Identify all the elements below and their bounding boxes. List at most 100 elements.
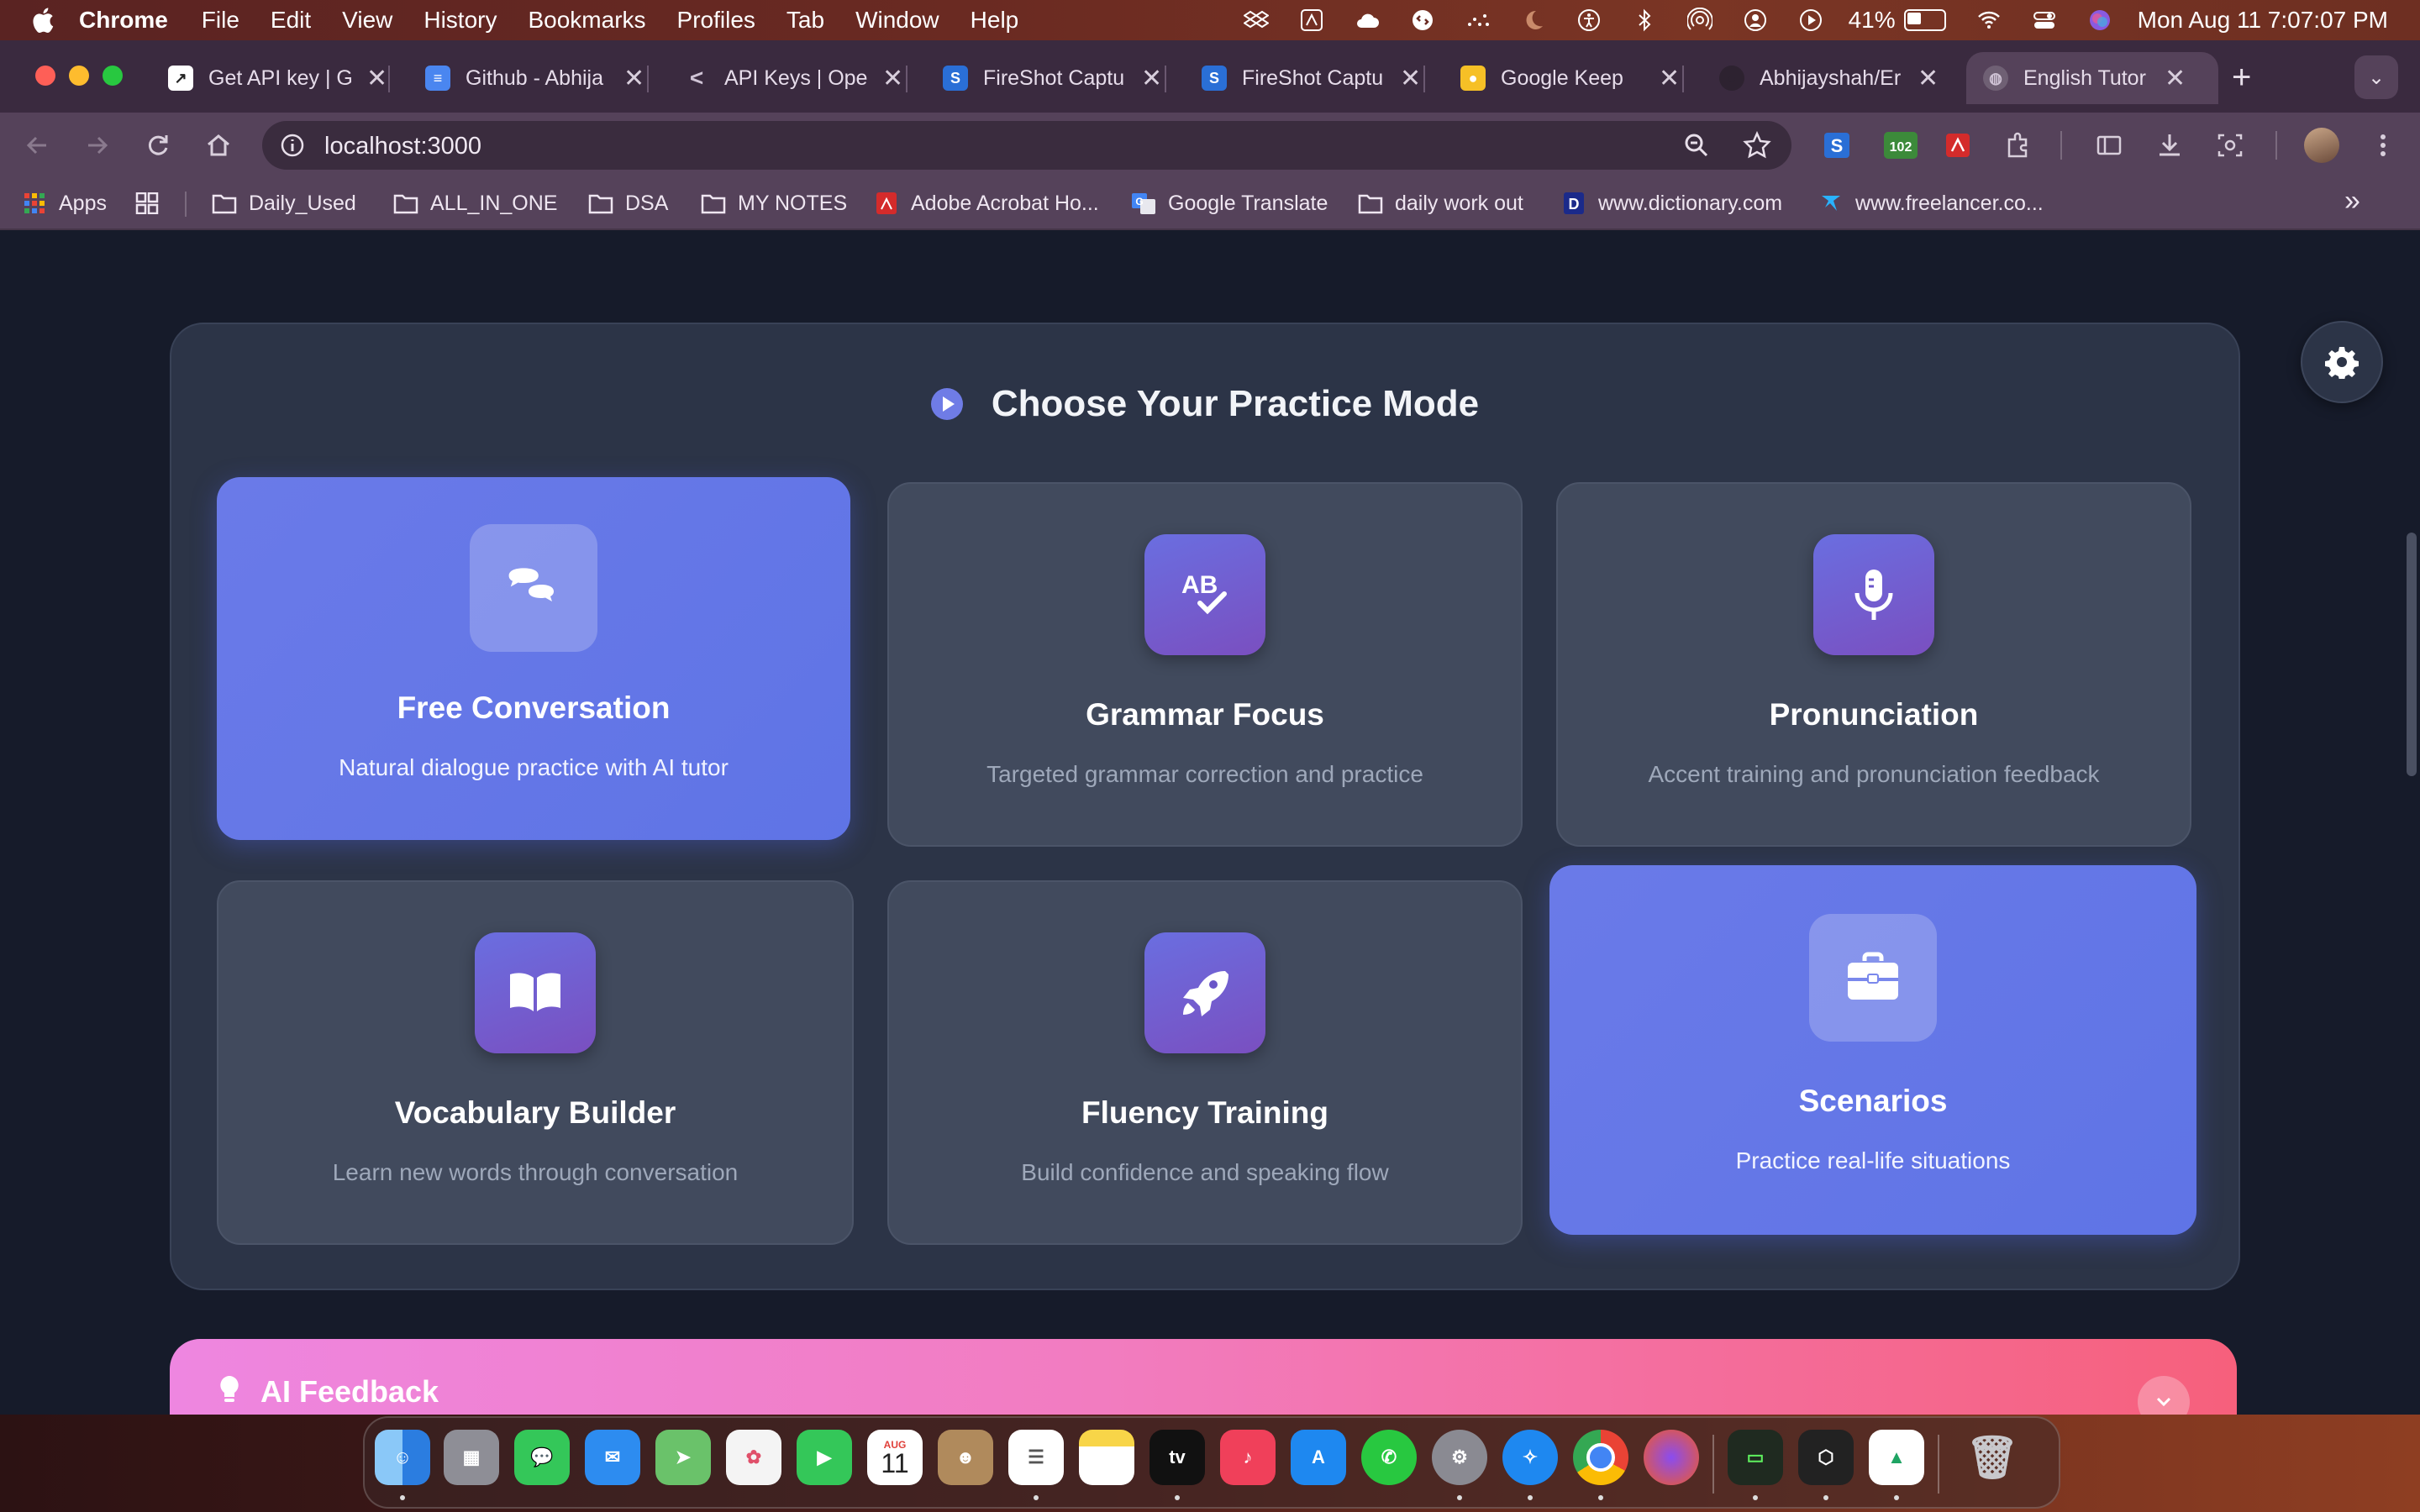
mode-card-fluency-training[interactable]: Fluency Training Build confidence and sp… [887, 880, 1523, 1245]
close-tab-icon[interactable]: ✕ [1141, 64, 1162, 93]
settings-gear-button[interactable] [2301, 321, 2383, 403]
tab-google-keep[interactable]: ● Google Keep ✕ [1460, 52, 1680, 104]
close-tab-icon[interactable]: ✕ [882, 64, 903, 93]
mode-card-free-conversation[interactable]: Free Conversation Natural dialogue pract… [217, 477, 850, 840]
tab-search-chevron-icon[interactable]: ⌄ [2354, 55, 2398, 99]
close-window-button[interactable] [35, 66, 55, 86]
bookmark-adobe-acrobat[interactable]: Adobe Acrobat Ho... [874, 188, 1099, 218]
screenshot-lens-icon[interactable] [2215, 130, 2245, 160]
bookmark-google-translate[interactable]: G Google Translate [1131, 188, 1328, 218]
url-text[interactable]: localhost:3000 [324, 133, 481, 160]
bookmark-freelancer[interactable]: www.freelancer.co... [1818, 188, 2044, 218]
password-extension-icon[interactable]: 102 [1882, 130, 1919, 160]
bookmark-all-in-one[interactable]: ALL_IN_ONE [393, 188, 557, 218]
close-tab-icon[interactable]: ✕ [2165, 64, 2186, 93]
mode-card-scenarios[interactable]: Scenarios Practice real-life situations [1549, 865, 2196, 1235]
close-tab-icon[interactable]: ✕ [1400, 64, 1421, 93]
google-drive-dock-icon[interactable]: ▲ [1869, 1430, 1924, 1485]
tab-api-keys-openai[interactable]: < API Keys | Ope ✕ [684, 52, 903, 104]
mode-card-grammar-focus[interactable]: AB Grammar Focus Targeted grammar correc… [887, 482, 1523, 847]
menu-file[interactable]: File [202, 7, 239, 34]
mail-dock-icon[interactable]: ✉ [585, 1430, 640, 1485]
moon-icon[interactable] [1521, 8, 1546, 33]
bookmark-daily-work-out[interactable]: daily work out [1358, 188, 1523, 218]
facetime-dock-icon[interactable]: ▶ [797, 1430, 852, 1485]
music-dock-icon[interactable]: ♪ [1220, 1430, 1276, 1485]
menu-profiles[interactable]: Profiles [677, 7, 755, 34]
tab-english-tutor[interactable]: ◍ English Tutor A ✕ [1966, 52, 2218, 104]
maps-dock-icon[interactable]: ➤ [655, 1430, 711, 1485]
menu-edit[interactable]: Edit [271, 7, 311, 34]
acrobat-extension-icon[interactable] [1943, 130, 1973, 160]
app-store-dock-icon[interactable]: A [1291, 1430, 1346, 1485]
notes-dock-icon[interactable] [1079, 1430, 1134, 1485]
forward-arrow-icon[interactable] [82, 130, 113, 160]
tab-fireshot-2[interactable]: S FireShot Captu ✕ [1202, 52, 1421, 104]
bookmark-tab-groups[interactable] [134, 188, 171, 218]
cube-app-dock-icon[interactable]: ⬡ [1798, 1430, 1854, 1485]
reload-icon[interactable] [143, 130, 173, 160]
menu-tab[interactable]: Tab [786, 7, 824, 34]
site-info-icon[interactable] [279, 132, 306, 159]
ai-feedback-panel[interactable]: AI Feedback [170, 1339, 2237, 1415]
menu-view[interactable]: View [342, 7, 392, 34]
menu-window[interactable]: Window [855, 7, 939, 34]
airdrop-icon[interactable] [1686, 8, 1712, 33]
whatsapp-dock-icon[interactable]: ✆ [1361, 1430, 1417, 1485]
bookmark-dsa[interactable]: DSA [588, 188, 668, 218]
close-tab-icon[interactable]: ✕ [1659, 64, 1680, 93]
accessibility-icon[interactable] [1576, 8, 1602, 33]
download-icon[interactable] [2154, 130, 2185, 160]
menu-help[interactable]: Help [971, 7, 1019, 34]
minimize-window-button[interactable] [69, 66, 89, 86]
menu-app-name[interactable]: Chrome [79, 7, 168, 34]
home-icon[interactable] [203, 130, 234, 160]
system-settings-dock-icon[interactable]: ⚙ [1432, 1430, 1487, 1485]
menu-clock[interactable]: Mon Aug 11 7:07:07 PM [2138, 7, 2388, 34]
menu-bookmarks[interactable]: Bookmarks [528, 7, 645, 34]
more-bookmarks-chevron-icon[interactable]: » [2344, 185, 2360, 218]
new-tab-plus-icon[interactable]: + [2232, 59, 2251, 97]
messages-dock-icon[interactable]: 💬 [514, 1430, 570, 1485]
zoom-window-button[interactable] [103, 66, 123, 86]
profile-avatar[interactable] [2304, 128, 2339, 163]
address-bar[interactable]: localhost:3000 [262, 121, 1791, 170]
bookmark-my-notes[interactable]: MY NOTES [701, 188, 847, 218]
mode-card-pronunciation[interactable]: Pronunciation Accent training and pronun… [1556, 482, 2191, 847]
shazam-icon[interactable] [1410, 8, 1435, 33]
contacts-dock-icon[interactable]: ☻ [938, 1430, 993, 1485]
page-scrollbar-thumb[interactable] [2407, 533, 2417, 776]
expand-chevron-button[interactable] [2138, 1376, 2190, 1415]
bookmark-apps[interactable]: Apps [22, 188, 107, 218]
close-tab-icon[interactable]: ✕ [366, 64, 387, 93]
apple-tv-dock-icon[interactable]: tv [1150, 1430, 1205, 1485]
kebab-menu-icon[interactable] [2368, 130, 2398, 160]
tab-fireshot-1[interactable]: S FireShot Captu ✕ [943, 52, 1162, 104]
wifi-icon[interactable] [1976, 8, 2002, 33]
siri-icon[interactable] [2087, 8, 2112, 33]
menu-history[interactable]: History [424, 7, 497, 34]
now-playing-icon[interactable] [1798, 8, 1823, 33]
acrobat-menu-icon[interactable] [1299, 8, 1324, 33]
reminders-dock-icon[interactable]: ☰ [1008, 1430, 1064, 1485]
zoom-magnifier-icon[interactable] [1682, 131, 1711, 160]
close-tab-icon[interactable]: ✕ [623, 64, 644, 93]
chrome-dock-icon[interactable] [1573, 1430, 1628, 1485]
apple-logo-icon[interactable] [32, 8, 54, 33]
mode-card-vocabulary-builder[interactable]: Vocabulary Builder Learn new words throu… [217, 880, 854, 1245]
tab-github-repo[interactable]: ● Abhijayshah/Er ✕ [1719, 52, 1939, 104]
battery-icon[interactable] [1903, 9, 1946, 31]
launchpad-dock-icon[interactable]: ▦ [444, 1430, 499, 1485]
back-arrow-icon[interactable] [22, 130, 52, 160]
close-tab-icon[interactable]: ✕ [1918, 64, 1939, 93]
dropbox-icon[interactable] [1243, 8, 1269, 33]
bookmark-star-icon[interactable] [1743, 130, 1771, 160]
extensions-puzzle-icon[interactable] [2003, 130, 2033, 160]
safari-dock-icon[interactable]: ✧ [1502, 1430, 1558, 1485]
terminal-dock-icon[interactable]: ▭ [1728, 1430, 1783, 1485]
photos-dock-icon[interactable]: ✿ [726, 1430, 781, 1485]
dots-activity-icon[interactable] [1465, 8, 1491, 33]
bluetooth-icon[interactable] [1632, 8, 1657, 33]
tab-get-api-key[interactable]: ↗ Get API key | G ✕ [168, 52, 387, 104]
user-account-icon[interactable] [1743, 8, 1768, 33]
